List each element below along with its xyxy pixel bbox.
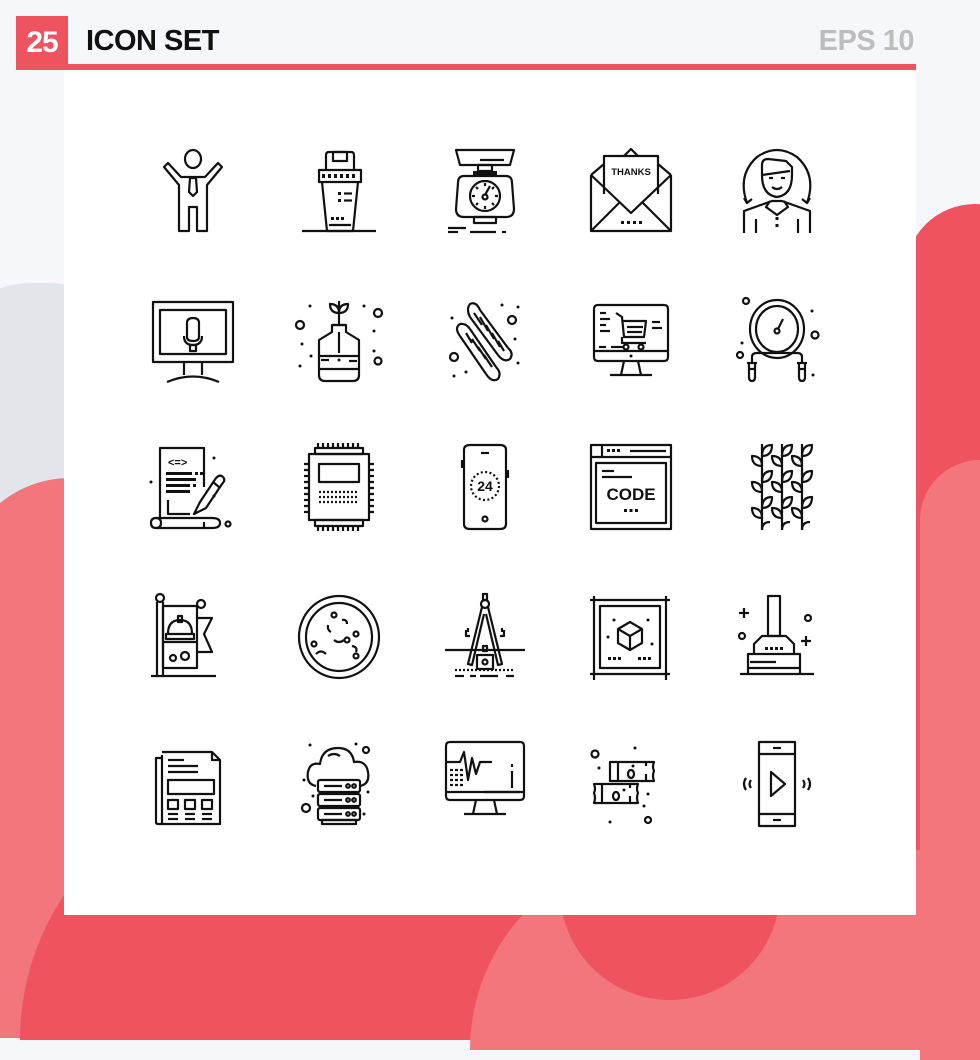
pressure-gauge-icon [732, 295, 822, 385]
page-title: ICON SET [86, 25, 219, 57]
code-browser-icon: CODE [586, 442, 676, 532]
mobile-24-hours-icon: 24 [440, 442, 530, 532]
mobile-video-play-icon [732, 740, 822, 830]
drafting-compass-icon [440, 592, 530, 682]
plunger-press-icon [732, 592, 822, 682]
candy-icon [440, 295, 530, 385]
hours-text: 24 [477, 478, 493, 494]
file-format-label: EPS 10 [818, 25, 915, 57]
icon-count-badge: 25 [16, 16, 68, 70]
processor-chip-icon [294, 442, 384, 532]
heartbeat-monitor-icon [440, 740, 530, 830]
online-shopping-monitor-icon [586, 295, 676, 385]
3d-box-blueprint-icon [586, 592, 676, 682]
cloud-server-icon [294, 740, 384, 830]
envelope-text: THANKS [611, 167, 651, 178]
thanks-envelope-icon: THANKS [586, 145, 676, 235]
kitchen-scale-icon [440, 145, 530, 235]
leaves-pattern-icon [732, 442, 822, 532]
code-document-edit-icon: <=> [148, 442, 238, 532]
user-avatar-refresh-icon [732, 145, 822, 235]
header: 25 ICON SET EPS 10 [16, 16, 916, 70]
code-tag-text: <=> [168, 457, 187, 469]
newspaper-icon [148, 740, 238, 830]
code-label-text: CODE [606, 485, 655, 504]
construction-flag-icon [148, 592, 238, 682]
monitor-microphone-icon [148, 295, 238, 385]
plant-jar-icon [294, 295, 384, 385]
trash-bin-icon [294, 145, 384, 235]
businessman-cheering-icon [148, 145, 238, 235]
petri-dish-icon [294, 592, 384, 682]
icon-grid: THANKS <=> 24 CODE [64, 70, 916, 915]
bandage-icon [586, 740, 676, 830]
